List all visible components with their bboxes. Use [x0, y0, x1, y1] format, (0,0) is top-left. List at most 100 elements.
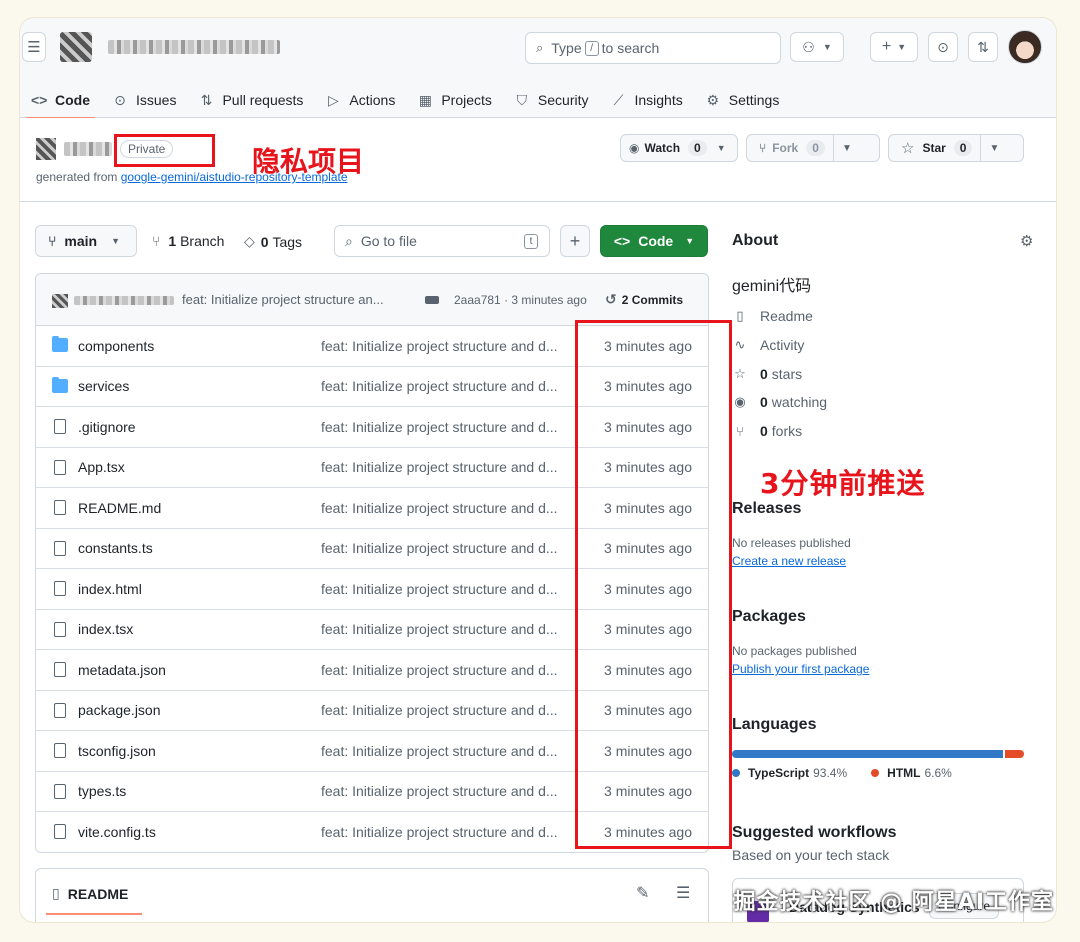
about-item-readme[interactable]: ▯ Readme [732, 302, 1032, 331]
commits-link[interactable]: ↺ 2 Commits [605, 291, 683, 308]
browser-frame: ☰ ⌕ Type / to search ⚇ ▼ + ▼ ⊙ ⇅ <> Code ⊙… [20, 18, 1056, 922]
tab-pull-requests[interactable]: ⇅ Pull requests [187, 82, 314, 118]
file-commit-message[interactable]: feat: Initialize project structure and d… [321, 378, 571, 394]
chevron-down-icon[interactable]: ▼ [834, 143, 860, 154]
file-commit-message[interactable]: feat: Initialize project structure and d… [321, 743, 571, 759]
file-commit-message[interactable]: feat: Initialize project structure and d… [321, 824, 571, 840]
tab-projects[interactable]: ▦ Projects [406, 82, 503, 118]
search-placeholder-pre: Type [551, 40, 582, 56]
copilot-button[interactable]: ⚇ ▼ [790, 32, 844, 62]
search-shortcut-key: / [584, 40, 599, 56]
readme-tab[interactable]: ▯ README [52, 885, 128, 902]
releases-empty: No releases published [732, 536, 851, 550]
file-name-link[interactable]: .gitignore [78, 419, 136, 435]
about-item-count: 0 [760, 423, 768, 440]
file-commit-message[interactable]: feat: Initialize project structure and d… [321, 338, 571, 354]
file-icon [54, 662, 66, 677]
about-item-stars[interactable]: ☆ 0 stars [732, 359, 1032, 388]
file-icon [54, 824, 66, 839]
list-icon[interactable]: ☰ [676, 883, 690, 903]
about-title: About [732, 232, 779, 249]
packages-title[interactable]: Packages [732, 608, 806, 626]
file-icon [54, 743, 66, 758]
table-icon: ▦ [418, 91, 432, 108]
file-name-link[interactable]: components [78, 338, 154, 354]
file-name-link[interactable]: constants.ts [78, 540, 153, 556]
create-release-link[interactable]: Create a new release [732, 554, 846, 568]
template-link[interactable]: google-gemini/aistudio-repository-templa… [121, 170, 348, 184]
commit-details-icon[interactable] [425, 296, 439, 304]
tab-label: Issues [136, 92, 177, 108]
about-item-activity[interactable]: ∿ Activity [732, 331, 1032, 360]
file-name-link[interactable]: vite.config.ts [78, 824, 156, 840]
commit-hash[interactable]: 2aaa781 [454, 293, 501, 307]
file-name-link[interactable]: README.md [78, 500, 161, 516]
create-new-button[interactable]: + ▼ [870, 32, 918, 62]
gear-icon[interactable]: ⚙ [1020, 232, 1033, 250]
file-name-link[interactable]: package.json [78, 702, 161, 718]
chevron-down-icon[interactable]: ▼ [981, 143, 1007, 154]
tab-code[interactable]: <> Code [20, 82, 101, 119]
code-button[interactable]: <> Code ▼ [600, 225, 708, 257]
pencil-icon[interactable]: ✎ [636, 883, 649, 903]
releases-title[interactable]: Releases [732, 500, 801, 518]
file-commit-message[interactable]: feat: Initialize project structure and d… [321, 783, 571, 799]
file-name-link[interactable]: types.ts [78, 783, 126, 799]
commit-message[interactable]: feat: Initialize project structure an... [182, 292, 384, 307]
search-input[interactable]: ⌕ Type / to search [525, 32, 781, 64]
file-commit-message[interactable]: feat: Initialize project structure and d… [321, 702, 571, 718]
file-commit-message[interactable]: feat: Initialize project structure and d… [321, 581, 571, 597]
language-name: TypeScript [748, 766, 810, 780]
file-commit-message[interactable]: feat: Initialize project structure and d… [321, 662, 571, 678]
tab-insights[interactable]: ⟋ Insights [599, 82, 693, 118]
file-name-link[interactable]: index.html [78, 581, 142, 597]
language-list: TypeScript 93.4% HTML 6.6% [732, 766, 976, 780]
pull-requests-button[interactable]: ⇅ [968, 32, 998, 62]
tab-security[interactable]: ⛉ Security [503, 82, 600, 118]
repo-name-blurred [64, 142, 112, 156]
about-item-label: forks [771, 423, 803, 440]
book-icon: ▯ [736, 308, 744, 324]
branches-link[interactable]: ⑂ 1 Branch [152, 233, 224, 249]
publish-package-link[interactable]: Publish your first package [732, 662, 869, 676]
eye-icon: ◉ [734, 394, 746, 410]
plus-icon: + [569, 230, 581, 251]
file-name-link[interactable]: App.tsx [78, 459, 125, 475]
tab-actions[interactable]: ▷ Actions [314, 82, 406, 118]
file-commit-message[interactable]: feat: Initialize project structure and d… [321, 500, 571, 516]
star-button[interactable]: ☆ Star 0 ▼ [888, 134, 1024, 162]
file-name-link[interactable]: tsconfig.json [78, 743, 156, 759]
annotation-box-private [114, 134, 215, 167]
file-commit-message[interactable]: feat: Initialize project structure and d… [321, 419, 571, 435]
issues-button[interactable]: ⊙ [928, 32, 958, 62]
file-commit-message[interactable]: feat: Initialize project structure and d… [321, 459, 571, 475]
branch-selector[interactable]: ⑂ main ▼ [35, 225, 137, 257]
about-item-watching[interactable]: ◉ 0 watching [732, 388, 1032, 417]
generated-from: generated from google-gemini/aistudio-re… [36, 170, 348, 184]
fork-button[interactable]: ⑂ Fork 0 ▼ [746, 134, 880, 162]
file-name-link[interactable]: metadata.json [78, 662, 166, 678]
fork-count: 0 [806, 140, 825, 156]
menu-button[interactable]: ☰ [22, 32, 46, 62]
language-item[interactable]: HTML 6.6% [871, 766, 952, 780]
tags-link[interactable]: ◇ 0 Tags [244, 233, 302, 250]
watch-button[interactable]: ◉ Watch 0 ▼ [620, 134, 738, 162]
about-item-forks[interactable]: ⑂ 0 forks [732, 417, 1032, 446]
go-to-file-input[interactable]: ⌕ Go to file t [334, 225, 550, 257]
search-icon: ⌕ [536, 40, 544, 55]
go-to-file-shortcut: t [524, 233, 538, 249]
tab-issues[interactable]: ⊙ Issues [101, 82, 187, 118]
graph-icon: ⟋ [613, 91, 624, 108]
file-commit-message[interactable]: feat: Initialize project structure and d… [321, 540, 571, 556]
user-avatar[interactable] [1008, 30, 1042, 64]
language-bar-segment [732, 750, 1003, 758]
language-item[interactable]: TypeScript 93.4% [732, 766, 847, 780]
add-file-button[interactable]: + [560, 225, 590, 257]
repo-avatar [36, 138, 56, 160]
about-item-label: Activity [760, 337, 805, 354]
file-name-link[interactable]: index.tsx [78, 621, 133, 637]
file-commit-message[interactable]: feat: Initialize project structure and d… [321, 621, 571, 637]
file-name-link[interactable]: services [78, 378, 129, 394]
annotation-time-label: 3分钟前推送 [760, 467, 926, 500]
tab-settings[interactable]: ⚙ Settings [694, 82, 791, 118]
